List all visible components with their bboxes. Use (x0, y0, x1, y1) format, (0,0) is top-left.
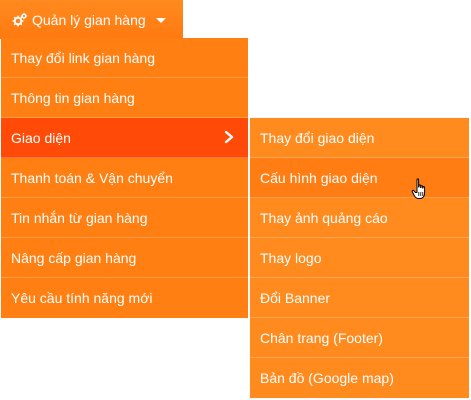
menu-item-feature-request[interactable]: Yêu cầu tính năng mới (1, 278, 248, 318)
submenu-item-label: Bản đồ (Google map) (260, 370, 394, 386)
submenu-item-label: Thay logo (260, 249, 322, 266)
submenu-item-label: Thay ảnh quảng cáo (260, 209, 388, 226)
submenu-item-change-interface[interactable]: Thay đổi giao diện (250, 118, 469, 158)
submenu-item-label: Thay đổi giao diện (260, 129, 375, 146)
interface-submenu: Thay đổi giao diện Cấu hình giao diện Th… (250, 118, 469, 398)
menu-item-label: Yêu cầu tính năng mới (11, 290, 153, 306)
menu-item-store-messages[interactable]: Tin nhắn từ gian hàng (1, 198, 248, 238)
menu-item-label: Thông tin gian hàng (11, 89, 135, 106)
submenu-item-label: Cấu hình giao diện (260, 169, 378, 186)
main-menu: Thay đổi link gian hàng Thông tin gian h… (1, 38, 248, 318)
submenu-item-label: Đổi Banner (260, 289, 331, 306)
menu-item-label: Giao diện (11, 129, 71, 146)
submenu-item-change-ad-image[interactable]: Thay ảnh quảng cáo (250, 198, 469, 238)
submenu-item-google-map[interactable]: Bản đồ (Google map) (250, 358, 469, 398)
menu-item-interface[interactable]: Giao diện (1, 118, 248, 158)
menu-item-change-store-link[interactable]: Thay đổi link gian hàng (1, 38, 248, 78)
manage-store-label: Quản lý gian hàng (32, 11, 146, 28)
submenu-item-label: Chân trang (Footer) (260, 329, 383, 346)
caret-down-icon (155, 18, 166, 23)
menu-item-payment-shipping[interactable]: Thanh toán & Vận chuyển (1, 158, 248, 198)
submenu-item-change-banner[interactable]: Đổi Banner (250, 278, 469, 318)
menu-item-label: Thanh toán & Vận chuyển (11, 169, 173, 186)
menu-item-label: Tin nhắn từ gian hàng (11, 209, 148, 226)
menu-item-store-info[interactable]: Thông tin gian hàng (1, 78, 248, 118)
gears-icon (12, 12, 28, 26)
submenu-item-change-logo[interactable]: Thay logo (250, 238, 469, 278)
menu-item-label: Nâng cấp gian hàng (11, 249, 137, 266)
submenu-item-configure-interface[interactable]: Cấu hình giao diện (250, 158, 469, 198)
menu-item-label: Thay đổi link gian hàng (11, 49, 155, 66)
chevron-right-icon (224, 130, 234, 144)
menu-stage: Quản lý gian hàng Thay đổi link gian hàn… (0, 0, 471, 400)
submenu-item-footer[interactable]: Chân trang (Footer) (250, 318, 469, 358)
menu-item-upgrade-store[interactable]: Nâng cấp gian hàng (1, 238, 248, 278)
manage-store-menu-button[interactable]: Quản lý gian hàng (0, 0, 183, 39)
